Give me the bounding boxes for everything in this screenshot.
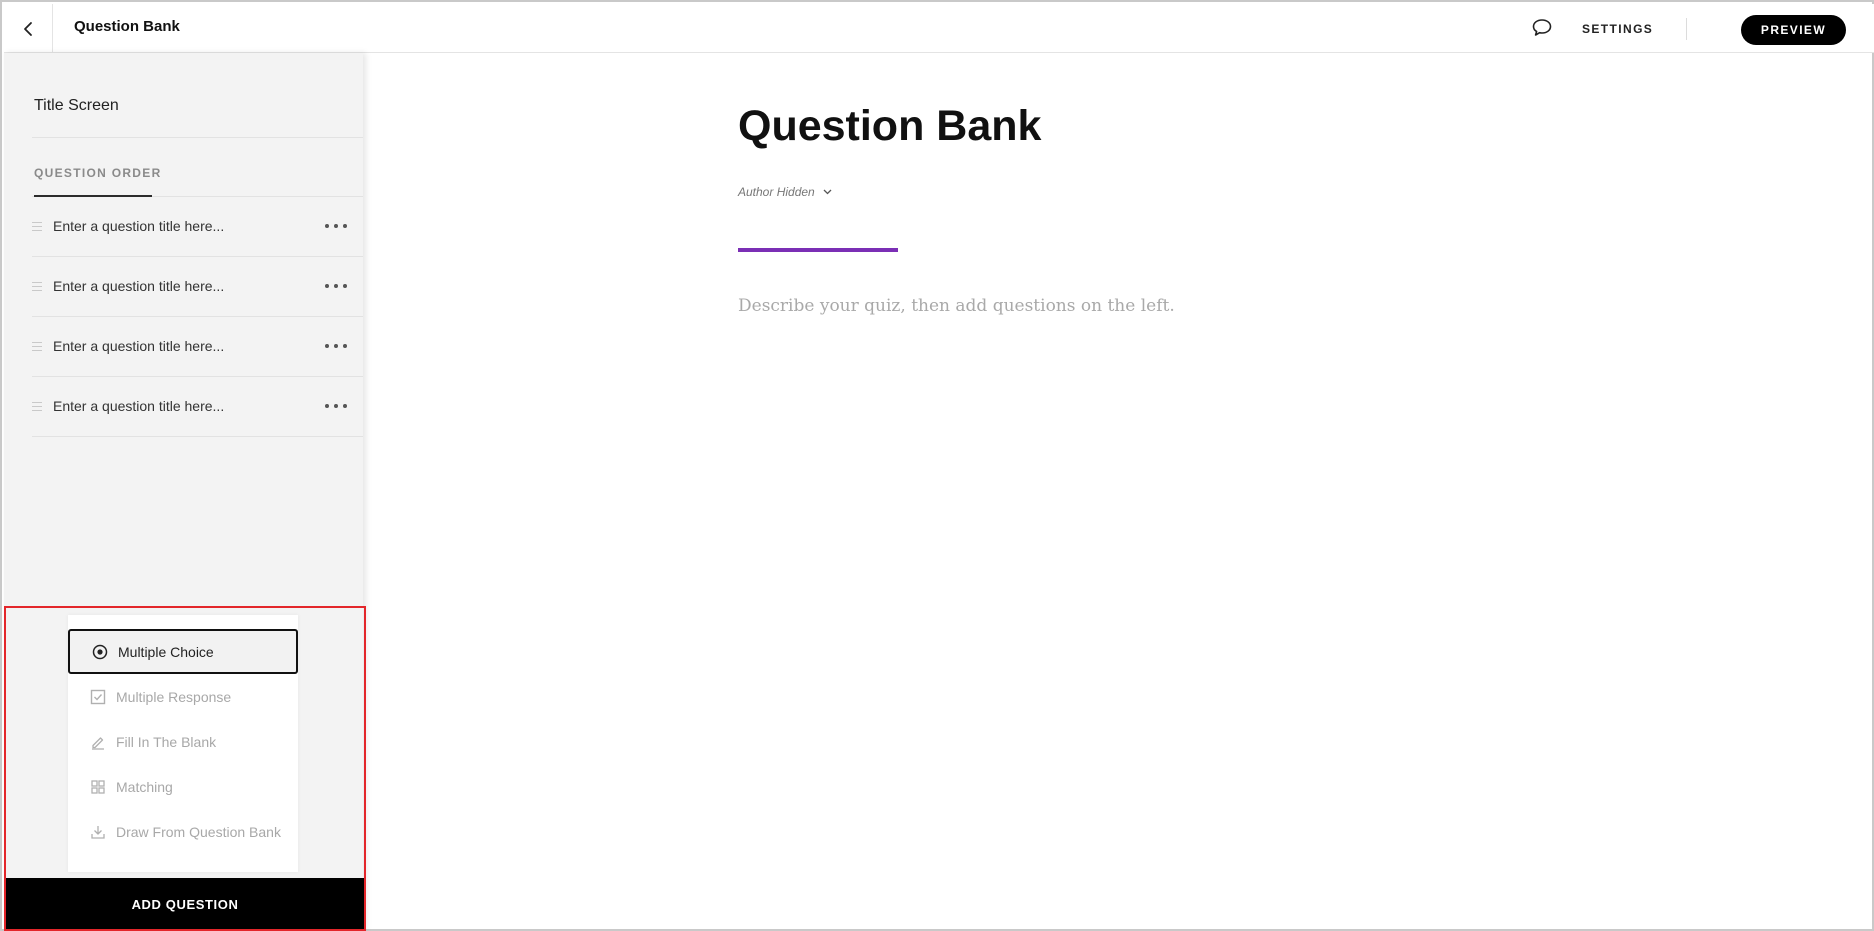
title-screen-item[interactable]: Title Screen (34, 97, 119, 115)
menu-item-label: Matching (116, 778, 173, 795)
app-frame: Question Bank SETTINGS PREVIEW Title Scr… (0, 0, 1874, 931)
accent-divider (738, 248, 898, 252)
drag-handle-icon[interactable] (32, 402, 42, 411)
question-item[interactable]: Enter a question title here... (32, 257, 363, 317)
question-order-label: QUESTION ORDER (34, 166, 162, 180)
more-options-icon[interactable] (325, 397, 347, 415)
pencil-icon (90, 734, 106, 750)
menu-item-matching[interactable]: Matching (68, 764, 298, 809)
menu-item-multiple-response[interactable]: Multiple Response (68, 674, 298, 719)
quiz-description-input[interactable]: Describe your quiz, then add questions o… (738, 296, 1175, 316)
question-item[interactable]: Enter a question title here... (32, 317, 363, 377)
question-title: Enter a question title here... (53, 338, 225, 354)
question-item[interactable]: Enter a question title here... (32, 197, 363, 257)
download-icon (90, 824, 106, 840)
author-dropdown[interactable]: Author Hidden (738, 185, 832, 199)
more-options-icon[interactable] (325, 277, 347, 295)
question-item[interactable]: Enter a question title here... (32, 377, 363, 437)
author-label: Author Hidden (738, 185, 815, 199)
more-options-icon[interactable] (325, 337, 347, 355)
menu-item-multiple-choice[interactable]: Multiple Choice (68, 629, 298, 674)
menu-item-label: Multiple Response (116, 688, 232, 705)
page-title: Question Bank (74, 18, 180, 35)
question-title: Enter a question title here... (53, 278, 225, 294)
back-button[interactable] (4, 4, 53, 53)
quiz-title[interactable]: Question Bank (738, 102, 1041, 151)
drag-handle-icon[interactable] (32, 342, 42, 351)
menu-item-fill-in-the-blank[interactable]: Fill In The Blank (68, 719, 298, 764)
question-list: Enter a question title here... Enter a q… (32, 197, 363, 437)
more-options-icon[interactable] (325, 217, 347, 235)
drag-handle-icon[interactable] (32, 222, 42, 231)
add-question-button[interactable]: ADD QUESTION (6, 878, 364, 931)
menu-item-label: Multiple Choice (118, 643, 214, 660)
header-divider (1686, 18, 1687, 40)
settings-link[interactable]: SETTINGS (1582, 22, 1653, 36)
comment-icon[interactable] (1530, 16, 1554, 40)
question-type-menu: Multiple Choice Multiple Response Fill I… (68, 615, 298, 872)
chevron-down-icon (823, 189, 832, 195)
preview-button[interactable]: PREVIEW (1741, 15, 1846, 45)
drag-handle-icon[interactable] (32, 282, 42, 291)
menu-item-label: Draw From Question Bank (116, 823, 281, 840)
menu-item-draw-from-question-bank[interactable]: Draw From Question Bank (68, 809, 298, 854)
question-title: Enter a question title here... (53, 398, 225, 414)
radio-icon (92, 644, 108, 660)
question-title: Enter a question title here... (53, 218, 225, 234)
grid-icon (90, 779, 106, 795)
top-bar: Question Bank SETTINGS PREVIEW (4, 4, 1874, 53)
checkbox-icon (90, 689, 106, 705)
divider (32, 137, 363, 138)
chevron-left-icon (24, 21, 32, 36)
menu-item-label: Fill In The Blank (116, 733, 217, 750)
